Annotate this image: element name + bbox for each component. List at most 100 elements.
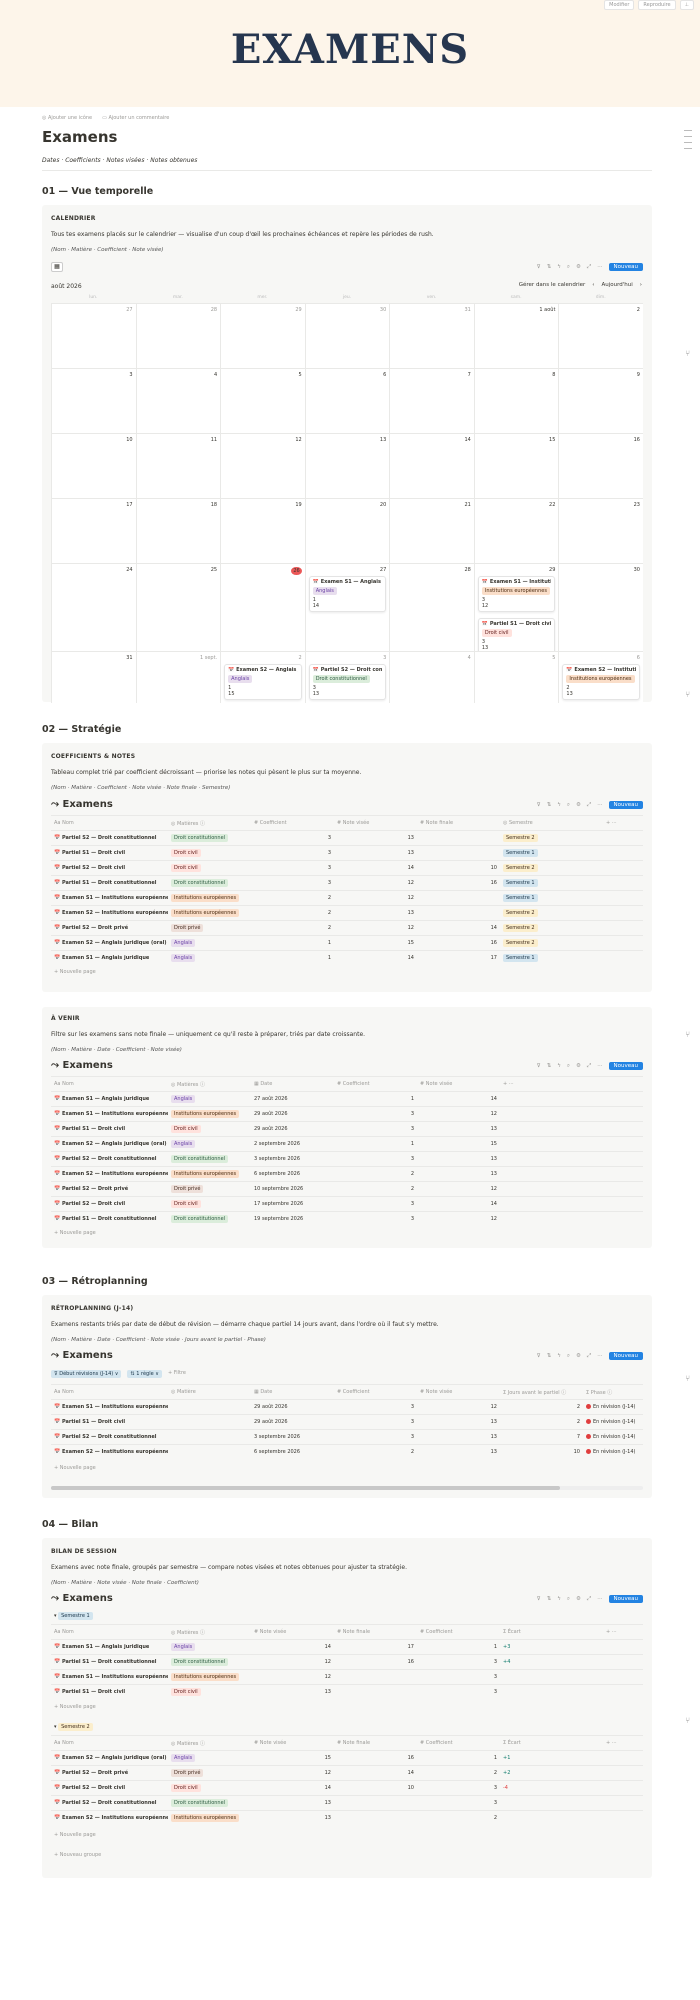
table-row[interactable]: 📅 Examen S2 — Anglais juridique (oral) An… [51, 1750, 643, 1766]
branch-icon[interactable]: ⑂ [685, 1030, 690, 1039]
calendar-day[interactable]: 19 [220, 499, 305, 563]
new-button[interactable]: Nouveau [608, 263, 643, 271]
calendar-day[interactable]: 29 📅 Examen S1 — Institution... Institutio… [473, 564, 559, 654]
person-icon[interactable]: ⊥ [679, 0, 694, 10]
calendar-day[interactable]: 29 [220, 304, 305, 368]
lightning-icon[interactable]: ϟ [557, 264, 561, 270]
row-name[interactable]: 📅 Examen S1 — Anglais juridique [51, 1091, 168, 1107]
table-row[interactable]: 📅 Partiel S2 — Droit constitutionnel Droi… [51, 830, 643, 846]
expand-icon[interactable]: ⤢ [587, 1063, 591, 1070]
calendar-day[interactable]: 6 [304, 369, 390, 433]
column-header[interactable]: Aa Nom [51, 1624, 168, 1640]
column-header[interactable]: ◎ Matières ⓘ [168, 1735, 251, 1751]
calendar-event[interactable]: 📅 Examen S2 — Institutio... Institutions … [562, 664, 640, 700]
row-name[interactable]: 📅 Examen S1 — Institutions européennes [51, 1399, 168, 1415]
row-name[interactable]: 📅 Partiel S2 — Droit constitutionnel [51, 830, 168, 846]
column-header[interactable]: # Note finale [417, 815, 500, 831]
calendar-day[interactable]: 30 [304, 304, 390, 368]
table-row[interactable]: 📅 Examen S2 — Institutions européennes In… [51, 905, 643, 921]
row-name[interactable]: 📅 Examen S2 — Anglais juridique (oral) [51, 1136, 168, 1152]
calendar-day[interactable]: 8 [473, 369, 559, 433]
column-header[interactable]: + ··· [603, 815, 643, 831]
table-row[interactable]: 📅 Partiel S2 — Droit privé Droit privé 12 1… [51, 1765, 643, 1781]
calendar-day[interactable]: 25 [135, 564, 221, 651]
more-icon[interactable]: ··· [597, 1596, 602, 1602]
horizontal-scrollbar[interactable] [51, 1486, 643, 1490]
calendar-day[interactable]: 3 [51, 369, 136, 433]
search-icon[interactable]: ⌕ [567, 1596, 570, 1603]
column-header[interactable]: ▦ Date [251, 1076, 334, 1092]
filter-icon[interactable]: ⊽ [537, 264, 541, 270]
calendar-day[interactable]: 5 [220, 369, 305, 433]
column-header[interactable]: + ··· [603, 1624, 643, 1640]
expand-icon[interactable]: ⤢ [587, 1596, 591, 1603]
filter-icon[interactable]: ⊽ [537, 1596, 541, 1602]
sort-icon[interactable]: ⇅ [547, 1063, 552, 1069]
settings-icon[interactable]: ⚙ [576, 1353, 581, 1359]
row-name[interactable]: 📅 Partiel S2 — Droit constitutionnel [51, 1429, 168, 1445]
table-row[interactable]: 📅 Partiel S1 — Droit constitutionnel Droi… [51, 1654, 643, 1670]
branch-icon[interactable]: ⑂ [685, 690, 690, 699]
search-icon[interactable]: ⌕ [567, 264, 570, 271]
row-name[interactable]: 📅 Partiel S1 — Droit constitutionnel [51, 1211, 168, 1227]
calendar-day[interactable]: 26 [220, 564, 305, 651]
expand-icon[interactable]: ⤢ [587, 802, 591, 809]
calendar-day[interactable]: 31 [51, 652, 136, 703]
more-icon[interactable]: ··· [597, 264, 602, 270]
filter-chip-sort[interactable]: ⇅ 1 règle ∨ [127, 1370, 162, 1378]
table-row[interactable]: 📅 Partiel S2 — Droit privé Droit privé 2 12… [51, 920, 643, 936]
calendar-day[interactable]: 14 [389, 434, 474, 498]
table-row[interactable]: 📅 Examen S2 — Institutions européennes In… [51, 1166, 643, 1182]
column-header[interactable]: # Note visée [334, 815, 417, 831]
column-header[interactable]: + ··· [500, 1076, 643, 1092]
table-row[interactable]: 📅 Partiel S2 — Droit constitutionnel 3 se… [51, 1429, 643, 1445]
group-header-s1[interactable]: ▾ Semestre 1 [54, 1612, 93, 1620]
new-group-button[interactable]: + Nouveau groupe [54, 1852, 101, 1858]
row-name[interactable]: 📅 Partiel S1 — Droit civil [51, 845, 168, 861]
column-header[interactable]: # Note visée [251, 1735, 334, 1751]
filter-icon[interactable]: ⊽ [537, 1063, 541, 1069]
filter-icon[interactable]: ⊽ [537, 802, 541, 808]
column-header[interactable]: ▦ Date [251, 1384, 334, 1400]
calendar-day[interactable]: 13 [304, 434, 390, 498]
new-button[interactable]: Nouveau [608, 1595, 643, 1603]
table-row[interactable]: 📅 Partiel S1 — Droit civil Droit civil 13 3 [51, 1684, 643, 1700]
new-button[interactable]: Nouveau [608, 1352, 643, 1360]
expand-icon[interactable]: ⤢ [587, 264, 591, 271]
branch-icon[interactable]: ⑂ [685, 1374, 690, 1383]
edit-button[interactable]: Modifier [604, 0, 635, 10]
today-button[interactable]: Aujourd'hui [602, 282, 633, 288]
column-header[interactable]: Aa Nom [51, 1384, 168, 1400]
table-row[interactable]: 📅 Partiel S1 — Droit constitutionnel Droi… [51, 1211, 643, 1227]
table-row[interactable]: 📅 Partiel S1 — Droit civil Droit civil 3 13… [51, 845, 643, 861]
calendar-day[interactable]: 18 [135, 499, 221, 563]
table-row[interactable]: 📅 Examen S2 — Institutions européennes In… [51, 1810, 643, 1826]
column-header[interactable]: ◎ Matière [168, 1384, 251, 1400]
table-row[interactable]: 📅 Partiel S1 — Droit civil Droit civil 29 … [51, 1121, 643, 1137]
new-page-button[interactable]: + Nouvelle page [54, 1704, 96, 1710]
calendar-day[interactable]: 11 [135, 434, 221, 498]
sort-icon[interactable]: ⇅ [547, 264, 552, 270]
more-icon[interactable]: ··· [597, 802, 602, 808]
column-header[interactable]: ◎ Matières ⓘ [168, 815, 251, 831]
table-row[interactable]: 📅 Examen S1 — Institutions européennes In… [51, 1106, 643, 1122]
column-header[interactable]: # Coefficient [334, 1384, 417, 1400]
search-icon[interactable]: ⌕ [567, 802, 570, 809]
row-name[interactable]: 📅 Examen S1 — Institutions européennes [51, 1106, 168, 1122]
calendar-event[interactable]: 📅 Partiel S1 — Droit civil Droit civil 3 13 [477, 618, 556, 654]
calendar-view-icon[interactable]: ▦ [51, 262, 63, 272]
calendar-day[interactable]: 2📅 Examen S2 — Anglais ju...Anglais115 [220, 652, 305, 703]
filter-icon[interactable]: ⊽ [537, 1353, 541, 1359]
column-header[interactable]: Σ Phase ⓘ [583, 1384, 643, 1400]
table-row[interactable]: 📅 Partiel S1 — Droit civil 29 août 2026 3 1… [51, 1414, 643, 1430]
calendar-day[interactable]: 3📅 Partiel S2 — Droit const...Droit cons… [304, 652, 390, 703]
row-name[interactable]: 📅 Partiel S2 — Droit constitutionnel [51, 1151, 168, 1167]
more-icon[interactable]: ··· [597, 1353, 602, 1359]
calendar-day[interactable]: 27📅 Examen S1 — Anglais jur...Anglais114 [304, 564, 390, 651]
column-header[interactable]: # Note finale [334, 1624, 417, 1640]
calendar-day[interactable]: 12 [220, 434, 305, 498]
settings-icon[interactable]: ⚙ [576, 802, 581, 808]
calendar-event[interactable]: 📅 Examen S2 — Anglais ju...Anglais115 [224, 664, 302, 700]
table-row[interactable]: 📅 Partiel S2 — Droit civil Droit civil 14 1… [51, 1780, 643, 1796]
calendar-day[interactable]: 16 [558, 434, 643, 498]
